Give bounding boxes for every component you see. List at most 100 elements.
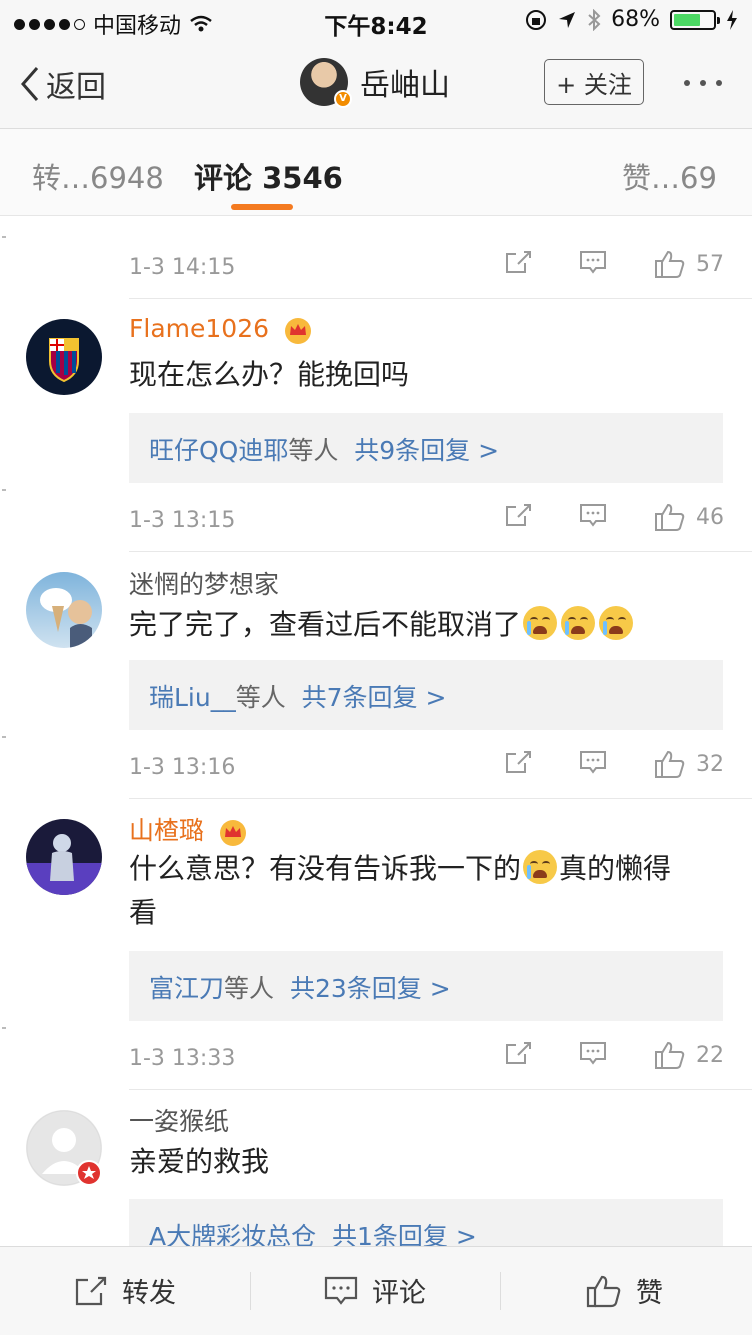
- location-arrow-icon: [559, 11, 576, 28]
- user-photo-icon: [26, 834, 102, 895]
- reply-summary: 旺仔QQ迪耶等人 共9条回复 >: [149, 431, 499, 467]
- like-button[interactable]: 57: [654, 249, 724, 279]
- status-bar: 中国移动 下午8:42 68%: [0, 0, 752, 42]
- repost-button[interactable]: 转发: [74, 1271, 176, 1310]
- comment-text: 什么意思？有没有告诉我一下的 真的懒得 看: [129, 847, 729, 935]
- comment-icon[interactable]: [579, 249, 607, 279]
- club-crest-icon: [49, 338, 79, 383]
- comment-date: 1-3 13:15: [129, 508, 236, 533]
- like-button[interactable]: 32: [654, 749, 724, 779]
- battery-icon: [670, 9, 720, 30]
- comment-icon[interactable]: [579, 502, 607, 532]
- comment-icon: [324, 1276, 358, 1305]
- crying-emoji-icon: [523, 606, 558, 640]
- comment-date: 1-3 13:16: [129, 755, 236, 780]
- bottom-action-bar: 转发 评论 赞: [0, 1246, 752, 1335]
- share-icon[interactable]: [504, 1040, 532, 1070]
- divider: [250, 1272, 251, 1310]
- username-text: 迷惘的梦想家: [129, 570, 280, 599]
- divider: [500, 1272, 501, 1310]
- battery-percent: 68%: [611, 7, 660, 32]
- reply-summary: 瑞Liu__等人 共7条回复 >: [149, 678, 446, 714]
- comment-text-body: 看: [129, 896, 158, 929]
- reply-user[interactable]: 瑞Liu__: [149, 683, 236, 712]
- avatar[interactable]: [26, 819, 102, 895]
- like-label: 赞: [636, 1278, 663, 1309]
- profile-name[interactable]: 岳岫山: [360, 60, 450, 104]
- repost-label: 转发: [122, 1278, 176, 1309]
- comment-icon[interactable]: [579, 749, 607, 779]
- active-tab-indicator: [231, 204, 293, 210]
- reply-user[interactable]: A大牌彩妆总仓: [149, 1222, 316, 1246]
- charging-bolt-icon: [727, 9, 737, 30]
- crying-emoji-icon: [523, 850, 558, 884]
- divider: [129, 551, 752, 552]
- crying-emoji-icon: [561, 606, 596, 640]
- reply-count-link[interactable]: 共23条回复 >: [290, 974, 451, 1003]
- reply-preview[interactable]: 旺仔QQ迪耶等人 共9条回复 >: [129, 413, 723, 483]
- reply-preview[interactable]: 富江刀等人 共23条回复 >: [129, 951, 723, 1021]
- tab-comments-count: 3546: [262, 161, 343, 195]
- tab-likes[interactable]: 赞…69: [622, 155, 717, 197]
- like-button[interactable]: 46: [654, 502, 724, 532]
- comment-button[interactable]: 评论: [324, 1271, 426, 1310]
- comment-list[interactable]: 1-3 14:15 57 Flame1026 现在怎么办？能挽回吗 旺仔QQ迪耶…: [0, 216, 752, 1246]
- avatar[interactable]: [26, 572, 102, 648]
- reply-count-link[interactable]: 共7条回复 >: [302, 683, 447, 712]
- follow-button[interactable]: + 关注: [544, 59, 644, 105]
- comment-meta: 1-3 14:15 57: [129, 249, 729, 289]
- reply-summary: 富江刀等人 共23条回复 >: [149, 969, 451, 1005]
- verified-badge-icon: V: [334, 90, 352, 108]
- comment-username[interactable]: 一姿猴纸: [129, 1102, 229, 1138]
- comment-text-body: 完了完了，查看过后不能取消了: [129, 608, 522, 641]
- back-label: 返回: [46, 70, 106, 105]
- tab-comments[interactable]: 评论 3546: [194, 155, 343, 197]
- username-text: 山楂璐: [129, 816, 205, 845]
- divider: [129, 798, 752, 799]
- more-options-icon[interactable]: [684, 80, 722, 86]
- share-icon[interactable]: [504, 749, 532, 779]
- like-count: 32: [696, 751, 724, 777]
- like-count: 57: [696, 251, 724, 277]
- profile-header[interactable]: V 岳岫山: [300, 58, 450, 108]
- back-button[interactable]: 返回: [20, 62, 106, 106]
- reply-count-link[interactable]: 共9条回复 >: [354, 436, 499, 465]
- comment-text: 完了完了，查看过后不能取消了: [129, 603, 729, 647]
- comment-text: 亲爱的救我: [129, 1145, 270, 1178]
- reply-others: 等人: [288, 436, 339, 465]
- avatar[interactable]: [26, 1110, 102, 1186]
- bluetooth-icon: [588, 8, 601, 31]
- reply-summary: A大牌彩妆总仓 共1条回复 >: [149, 1217, 477, 1246]
- comment-username[interactable]: Flame1026: [129, 314, 313, 344]
- reply-preview[interactable]: A大牌彩妆总仓 共1条回复 >: [129, 1199, 723, 1246]
- vip-badge-icon: [76, 1160, 102, 1186]
- share-icon[interactable]: [504, 502, 532, 532]
- tab-comments-label: 评论: [194, 161, 253, 195]
- scroll-mark: [2, 736, 6, 738]
- nav-bar: 返回 V 岳岫山 + 关注: [0, 42, 752, 129]
- avatar[interactable]: V: [300, 58, 352, 108]
- comment-meta: 1-3 13:15 46: [129, 502, 729, 542]
- comment-date: 1-3 14:15: [129, 255, 236, 280]
- avatar[interactable]: [26, 319, 102, 395]
- divider: [129, 1089, 752, 1090]
- comment-text: 现在怎么办？能挽回吗: [129, 358, 410, 391]
- comment-username[interactable]: 迷惘的梦想家: [129, 565, 279, 601]
- comment-text-body: 什么意思？有没有告诉我一下的: [129, 852, 522, 885]
- comment-username[interactable]: 山楂璐: [129, 811, 248, 847]
- share-icon[interactable]: [504, 249, 532, 279]
- reply-user[interactable]: 旺仔QQ迪耶: [149, 436, 288, 465]
- like-button[interactable]: 赞: [586, 1271, 663, 1310]
- tab-reposts[interactable]: 转…6948: [32, 155, 164, 197]
- like-button[interactable]: 22: [654, 1040, 724, 1070]
- reply-others: 等人: [235, 683, 286, 712]
- reply-preview[interactable]: 瑞Liu__等人 共7条回复 >: [129, 660, 723, 730]
- thumbs-up-icon: [586, 1275, 621, 1307]
- username-text: Flame1026: [129, 314, 270, 343]
- comment-icon[interactable]: [579, 1040, 607, 1070]
- reply-user[interactable]: 富江刀: [149, 974, 224, 1003]
- thumbs-up-icon: [655, 503, 685, 531]
- reply-count-link[interactable]: 共1条回复 >: [332, 1222, 477, 1246]
- scroll-mark: [2, 1027, 6, 1029]
- vip-crown-icon: [284, 318, 311, 344]
